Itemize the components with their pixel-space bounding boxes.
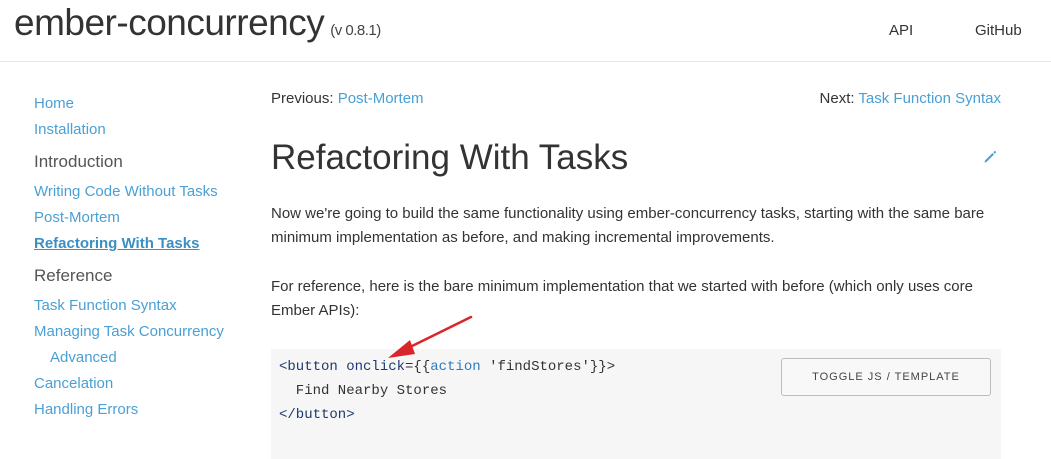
code-tag: <button xyxy=(279,359,338,375)
reference-paragraph: For reference, here is the bare minimum … xyxy=(271,278,973,319)
code-line: </button> xyxy=(279,407,355,423)
code-punct-close: }}> xyxy=(589,359,616,375)
pager-prev-prefix: Previous: xyxy=(271,90,338,107)
sidebar-item-installation[interactable]: Installation xyxy=(34,120,254,146)
pencil-icon[interactable] xyxy=(983,150,997,164)
sidebar-item-writing-code-without-tasks[interactable]: Writing Code Without Tasks xyxy=(34,182,254,208)
sidebar-item-advanced[interactable]: Advanced xyxy=(34,348,254,374)
brand-name: ember-concurrency xyxy=(14,2,325,43)
top-navbar: ember-concurrency (v 0.8.1) API GitHub xyxy=(0,0,1051,62)
code-punct: ={{ xyxy=(405,359,431,375)
sidebar-section-reference: Reference xyxy=(34,266,113,285)
pager-next-link[interactable]: Task Function Syntax xyxy=(858,90,1001,107)
pager-prev-link[interactable]: Post-Mortem xyxy=(338,90,424,107)
brand-title[interactable]: ember-concurrency (v 0.8.1) xyxy=(14,2,381,44)
pager-next-prefix: Next: xyxy=(819,90,859,107)
toggle-js-template-button[interactable]: TOGGLE JS / TEMPLATE xyxy=(781,358,991,396)
sidebar-item-task-function-syntax[interactable]: Task Function Syntax xyxy=(34,296,254,322)
code-line: <button onclick={{action 'findStores'}}> xyxy=(279,359,615,375)
code-line: Find Nearby Stores xyxy=(279,383,448,399)
pager-prev: Previous: Post-Mortem xyxy=(271,90,424,107)
code-block: <button onclick={{action 'findStores'}}>… xyxy=(271,349,1001,459)
sidebar-item-post-mortem[interactable]: Post-Mortem xyxy=(34,208,254,234)
page-title: Refactoring With Tasks xyxy=(271,138,629,177)
nav-github-link[interactable]: GitHub xyxy=(975,22,1022,39)
version-label: (v 0.8.1) xyxy=(330,22,381,39)
sidebar-item-home[interactable]: Home xyxy=(34,94,254,120)
sidebar-item-cancelation[interactable]: Cancelation xyxy=(34,374,254,400)
code-attr: onclick xyxy=(346,359,406,375)
code-string: 'findStores' xyxy=(480,359,590,375)
intro-paragraph: Now we're going to build the same functi… xyxy=(271,205,985,246)
nav-api-link[interactable]: API xyxy=(889,22,913,39)
sidebar-item-managing-task-concurrency[interactable]: Managing Task Concurrency xyxy=(34,322,254,348)
sidebar: Home Installation Introduction Writing C… xyxy=(34,94,254,426)
pager-next: Next: Task Function Syntax xyxy=(820,90,1001,107)
code-keyword: action xyxy=(430,359,481,375)
sidebar-item-handling-errors[interactable]: Handling Errors xyxy=(34,400,254,426)
sidebar-item-refactoring-with-tasks[interactable]: Refactoring With Tasks xyxy=(34,234,254,260)
sidebar-section-introduction: Introduction xyxy=(34,152,123,171)
